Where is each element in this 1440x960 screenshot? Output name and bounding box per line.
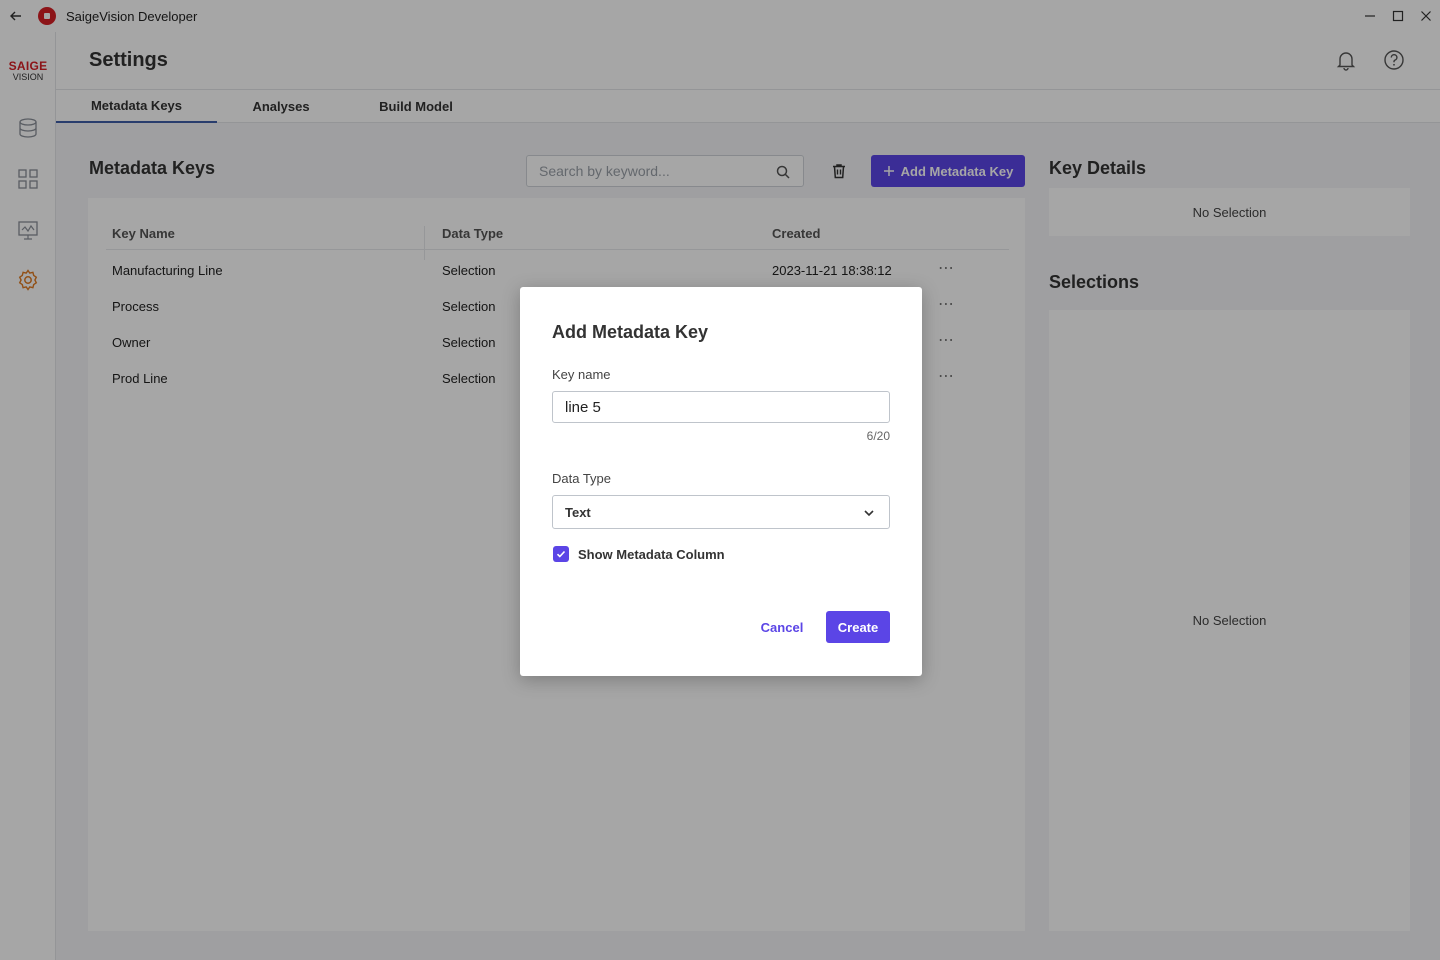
dialog-title: Add Metadata Key — [552, 322, 709, 342]
key-name-input[interactable]: line 5 — [552, 391, 890, 423]
show-metadata-column-checkbox[interactable] — [553, 546, 569, 562]
data-type-label: Data Type — [552, 471, 612, 486]
key-name-value: line 5 — [565, 398, 601, 416]
key-name-label: Key name — [552, 367, 611, 382]
add-metadata-key-dialog: Add Metadata Key Key name line 5 6/20 Da… — [520, 287, 922, 676]
create-button[interactable]: Create — [826, 611, 890, 643]
data-type-select[interactable]: Text — [552, 495, 890, 529]
chevron-down-icon — [864, 510, 874, 517]
char-counter: 6/20 — [866, 429, 890, 443]
cancel-button[interactable]: Cancel — [756, 611, 808, 643]
check-icon — [556, 550, 566, 558]
show-metadata-column-label[interactable]: Show Metadata Column — [578, 547, 725, 562]
data-type-value: Text — [565, 504, 591, 520]
